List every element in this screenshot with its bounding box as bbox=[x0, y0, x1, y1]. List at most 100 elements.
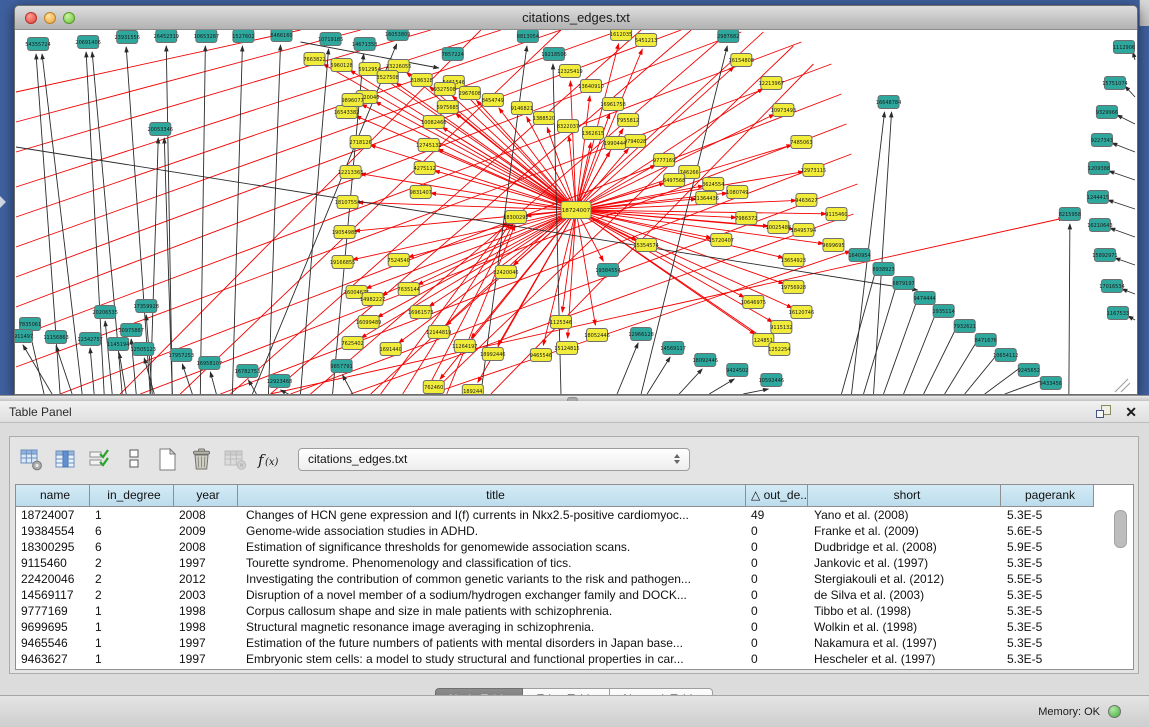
graph-node[interactable]: 12973115 bbox=[801, 164, 826, 177]
graph-node[interactable]: 2987682 bbox=[717, 30, 739, 43]
graph-node[interactable]: 3527508 bbox=[377, 71, 399, 84]
graph-node[interactable]: 12745132 bbox=[416, 139, 441, 152]
graph-node[interactable]: 1990444 bbox=[604, 137, 626, 150]
table-row[interactable]: 1872400712008Changes of HCN gene express… bbox=[16, 507, 1133, 523]
table-settings-button[interactable] bbox=[18, 446, 45, 473]
graph-node[interactable]: 1252254 bbox=[768, 343, 790, 356]
graph-node[interactable]: 18992446 bbox=[480, 348, 505, 361]
graph-node[interactable]: 7857224 bbox=[442, 48, 464, 61]
graph-node[interactable]: 1209388 bbox=[1088, 162, 1110, 175]
graph-node[interactable]: 16958107 bbox=[197, 357, 222, 370]
delete-trash-button[interactable] bbox=[188, 446, 215, 473]
graph-node[interactable]: 16648784 bbox=[876, 96, 901, 109]
float-panel-icon[interactable] bbox=[1095, 404, 1111, 419]
graph-node[interactable]: 7955812 bbox=[617, 114, 639, 127]
graph-node[interactable]: 9433456 bbox=[1040, 377, 1062, 390]
new-document-button[interactable] bbox=[154, 446, 181, 473]
table-row[interactable]: 1938455462009Genome-wide association stu… bbox=[16, 523, 1133, 539]
network-window[interactable]: citations_edges.txt 5435572420 bbox=[14, 5, 1138, 395]
graph-node[interactable]: 8322037 bbox=[557, 120, 579, 133]
graph-node[interactable]: 8215958 bbox=[1059, 208, 1081, 221]
graph-node[interactable]: 9777169 bbox=[653, 154, 675, 167]
graph-node[interactable]: 10654112 bbox=[993, 349, 1018, 362]
graph-node[interactable]: 15892971 bbox=[1092, 249, 1117, 262]
graph-node[interactable]: 15720407 bbox=[709, 234, 734, 247]
graph-node[interactable]: 1527602 bbox=[232, 30, 254, 43]
graph-node[interactable]: 18107554 bbox=[335, 196, 360, 209]
graph-node[interactable]: 26452319 bbox=[154, 30, 179, 43]
graph-node[interactable]: 19166855 bbox=[330, 256, 355, 269]
graph-node[interactable]: 14982227 bbox=[360, 293, 385, 306]
graph-node[interactable]: 9463627 bbox=[795, 194, 817, 207]
graph-node[interactable]: 2718126 bbox=[349, 136, 371, 149]
function-builder-button[interactable]: f (x) bbox=[256, 446, 283, 473]
graph-node[interactable]: 16961758 bbox=[600, 98, 625, 111]
graph-node[interactable]: 10082466 bbox=[421, 116, 446, 129]
graph-node[interactable]: 5451213 bbox=[635, 34, 657, 47]
graph-node[interactable]: 9115460 bbox=[825, 208, 847, 221]
graph-node[interactable]: 19756928 bbox=[781, 281, 806, 294]
graph-node[interactable]: 17359928 bbox=[133, 300, 158, 313]
graph-node[interactable]: 8471676 bbox=[975, 334, 997, 347]
graph-node[interactable]: 18495794 bbox=[791, 224, 816, 237]
table-row[interactable]: 2242004622012Investigating the contribut… bbox=[16, 571, 1133, 587]
graph-node[interactable]: 10973493 bbox=[771, 104, 796, 117]
graph-node[interactable]: 1362615 bbox=[582, 127, 604, 140]
graph-node[interactable]: 10592446 bbox=[759, 374, 784, 387]
graph-node[interactable]: 20206535 bbox=[92, 306, 117, 319]
graph-node[interactable]: 12505123 bbox=[130, 343, 155, 356]
graph-node[interactable]: 9857791 bbox=[330, 360, 352, 373]
graph-node[interactable]: 1612035 bbox=[610, 30, 632, 41]
graph-node[interactable]: 10646975 bbox=[741, 296, 766, 309]
table-row[interactable]: 977716911998Corpus callosum shape and si… bbox=[16, 603, 1133, 619]
graph-node[interactable]: 8813054 bbox=[517, 30, 539, 43]
graph-node[interactable]: 18724007 bbox=[561, 202, 591, 219]
graph-node[interactable]: 18052446 bbox=[584, 329, 609, 342]
table-row[interactable]: 1830029562008Estimation of significance … bbox=[16, 539, 1133, 555]
resize-grip-icon[interactable] bbox=[1115, 379, 1130, 392]
graph-node[interactable]: 10025488 bbox=[766, 221, 791, 234]
graph-node[interactable]: 15124815 bbox=[554, 342, 579, 355]
network-table-select[interactable]: citations_edges.txt bbox=[298, 448, 690, 471]
network-graph-canvas[interactable]: 5435572420691406239315562645231910653287… bbox=[15, 30, 1137, 394]
column-header-short[interactable]: short bbox=[808, 485, 1001, 507]
column-header-title[interactable]: title bbox=[238, 485, 746, 507]
graph-node[interactable]: 17957253 bbox=[169, 349, 194, 362]
vertical-scrollbar-thumb[interactable] bbox=[1114, 510, 1127, 548]
graph-node[interactable]: 7524540 bbox=[388, 254, 410, 267]
graph-node[interactable]: 9831407 bbox=[410, 186, 432, 199]
graph-node[interactable]: 6497568 bbox=[663, 174, 685, 187]
graph-node[interactable]: 1388520 bbox=[533, 112, 555, 125]
graph-node[interactable]: 14671358 bbox=[352, 38, 377, 51]
graph-node[interactable]: 9465546 bbox=[530, 349, 552, 362]
close-window-button[interactable] bbox=[25, 12, 37, 24]
graph-node[interactable]: 15354574 bbox=[633, 239, 658, 252]
graph-node[interactable]: 7986372 bbox=[735, 212, 757, 225]
table-row[interactable]: 969969511998Structural magnetic resonanc… bbox=[16, 619, 1133, 635]
table-row[interactable]: 946554611997Estimation of the future num… bbox=[16, 635, 1133, 651]
graph-node[interactable]: 11156863 bbox=[43, 331, 68, 344]
graph-node[interactable]: 16099489 bbox=[356, 316, 381, 329]
graph-node[interactable]: 54355724 bbox=[25, 38, 50, 51]
graph-node[interactable]: 2935114 bbox=[933, 305, 955, 318]
graph-node[interactable]: 1112906 bbox=[1113, 41, 1135, 54]
graph-node[interactable]: 5960128 bbox=[330, 59, 352, 72]
graph-node[interactable]: 7663822 bbox=[303, 53, 325, 66]
graph-node[interactable]: 15751074 bbox=[1102, 77, 1127, 90]
graph-node[interactable]: 1244415 bbox=[1087, 191, 1109, 204]
graph-node[interactable]: 7835061 bbox=[19, 318, 41, 331]
graph-node[interactable]: 18300295 bbox=[503, 211, 528, 224]
graph-node[interactable]: 7635144 bbox=[398, 283, 420, 296]
graph-node[interactable]: 6466160 bbox=[270, 30, 292, 42]
graph-node[interactable]: 8938923 bbox=[872, 263, 894, 276]
graph-node[interactable]: 7932621 bbox=[954, 320, 976, 333]
graph-node[interactable]: 9474444 bbox=[913, 292, 935, 305]
graph-node[interactable]: 9115132 bbox=[770, 321, 792, 334]
graph-node[interactable]: 12923468 bbox=[267, 375, 292, 388]
graph-node[interactable]: 20053346 bbox=[148, 123, 173, 136]
graph-node[interactable]: 7625402 bbox=[341, 337, 363, 350]
graph-node[interactable]: 9794028 bbox=[624, 135, 646, 148]
graph-node[interactable]: 30975887 bbox=[118, 324, 143, 337]
graph-node[interactable]: 9424502 bbox=[726, 364, 748, 377]
import-table-disabled-button[interactable] bbox=[222, 446, 249, 473]
